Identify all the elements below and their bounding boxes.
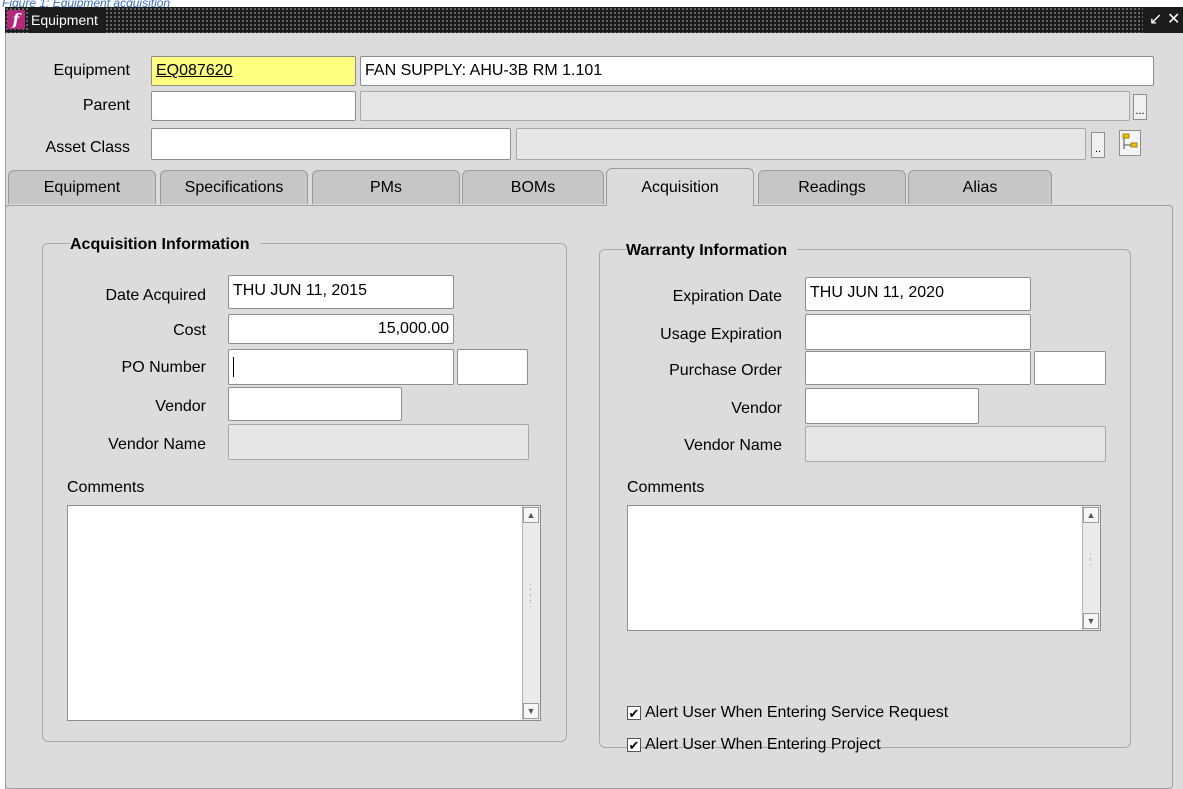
oracle-forms-logo-icon: f	[7, 10, 25, 29]
asset-class-description-field	[516, 128, 1086, 160]
warranty-vendor-name-field	[805, 426, 1106, 462]
comments-label: Comments	[67, 479, 145, 496]
close-icon[interactable]: ✕	[1167, 7, 1180, 33]
equipment-description-field[interactable]: FAN SUPPLY: AHU-3B RM 1.101	[360, 56, 1154, 86]
scroll-grip-icon: ::::	[529, 581, 532, 610]
vendor-name-label: Vendor Name	[108, 436, 206, 453]
window-title-bar[interactable]: f Equipment ↙ ✕	[5, 7, 1183, 33]
date-acquired-field[interactable]: THU JUN 11, 2015	[228, 275, 454, 309]
parent-description-field	[360, 91, 1130, 121]
asset-class-label: Asset Class	[45, 139, 130, 156]
tab-alias[interactable]: Alias	[908, 170, 1052, 204]
warranty-vendor-label: Vendor	[731, 400, 782, 417]
parent-field[interactable]	[151, 91, 356, 121]
asset-class-lov-button[interactable]: ..	[1091, 132, 1105, 158]
acquisition-tab-panel: Acquisition Information Date Acquired TH…	[5, 205, 1173, 789]
figure-caption: Figure 1: Equipment acquisition	[2, 0, 171, 7]
scroll-up-icon[interactable]: ▲	[523, 507, 539, 523]
cost-label: Cost	[173, 322, 206, 339]
equipment-id-link[interactable]: EQ087620	[156, 62, 233, 79]
tab-readings[interactable]: Readings	[758, 170, 906, 204]
hierarchy-flag-icon	[1122, 133, 1138, 149]
vendor-name-field	[228, 424, 529, 460]
warranty-vendor-field[interactable]	[805, 388, 979, 424]
acquisition-information-title: Acquisition Information	[70, 235, 260, 255]
parent-lov-button[interactable]: ...	[1133, 94, 1147, 120]
scroll-down-icon[interactable]: ▼	[1083, 613, 1099, 629]
vendor-label: Vendor	[155, 398, 206, 415]
alert-project-checkbox[interactable]: ✔	[627, 738, 641, 752]
comments-textarea[interactable]: ▲ :::: ▼	[67, 505, 541, 721]
window-title: Equipment	[29, 7, 104, 33]
tab-acquisition[interactable]: Acquisition	[606, 168, 754, 206]
asset-class-hierarchy-button[interactable]	[1119, 130, 1141, 156]
alert-service-request-checkbox[interactable]: ✔	[627, 706, 641, 720]
purchase-order-line-field[interactable]	[1034, 351, 1106, 385]
usage-expiration-label: Usage Expiration	[660, 326, 782, 343]
warranty-information-title: Warranty Information	[626, 241, 798, 261]
window-controls: ↙ ✕	[1143, 7, 1183, 33]
warranty-comments-label: Comments	[627, 479, 705, 496]
date-acquired-label: Date Acquired	[105, 287, 206, 304]
tab-pms[interactable]: PMs	[312, 170, 460, 204]
usage-expiration-field[interactable]	[805, 314, 1031, 350]
tab-boms[interactable]: BOMs	[462, 170, 604, 204]
equipment-label: Equipment	[53, 62, 131, 79]
text-cursor	[233, 357, 234, 377]
comments-scrollbar[interactable]: ▲ :::: ▼	[522, 506, 540, 720]
tab-specifications[interactable]: Specifications	[160, 170, 308, 204]
scroll-down-icon[interactable]: ▼	[523, 703, 539, 719]
expiration-date-label: Expiration Date	[672, 288, 782, 305]
alert-service-request-label[interactable]: Alert User When Entering Service Request	[645, 702, 948, 724]
po-number-line-field[interactable]	[457, 349, 528, 385]
asset-class-field[interactable]	[151, 128, 511, 160]
minimize-icon[interactable]: ↙	[1149, 7, 1162, 33]
po-number-field[interactable]	[228, 349, 454, 385]
scroll-grip-icon: ::	[1089, 551, 1092, 568]
equipment-id-field[interactable]: EQ087620	[151, 56, 356, 86]
warranty-comments-textarea[interactable]: ▲ :: ▼	[627, 505, 1101, 631]
expiration-date-field[interactable]: THU JUN 11, 2020	[805, 277, 1031, 311]
warranty-vendor-name-label: Vendor Name	[684, 437, 782, 454]
alert-project-label[interactable]: Alert User When Entering Project	[645, 734, 881, 756]
tab-equipment[interactable]: Equipment	[8, 170, 156, 204]
cost-field[interactable]: 15,000.00	[228, 314, 454, 344]
purchase-order-label: Purchase Order	[669, 362, 782, 379]
parent-label: Parent	[82, 97, 130, 114]
scroll-up-icon[interactable]: ▲	[1083, 507, 1099, 523]
po-number-label: PO Number	[121, 359, 206, 376]
purchase-order-field[interactable]	[805, 351, 1031, 385]
vendor-field[interactable]	[228, 387, 402, 421]
warranty-comments-scrollbar[interactable]: ▲ :: ▼	[1082, 506, 1100, 630]
